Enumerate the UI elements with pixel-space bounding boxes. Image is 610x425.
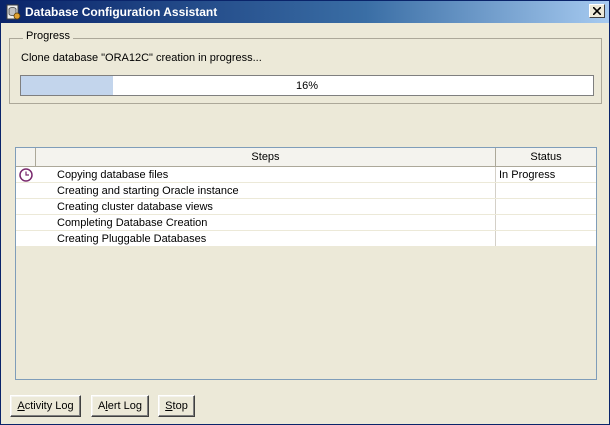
- header-icon-column[interactable]: [16, 148, 36, 166]
- table-row[interactable]: Completing Database Creation: [16, 215, 596, 231]
- close-icon: [593, 7, 601, 15]
- title-bar[interactable]: Database Configuration Assistant: [1, 1, 609, 23]
- stop-button[interactable]: Stop: [158, 395, 195, 417]
- steps-table: Steps Status Copying database files In P…: [15, 147, 597, 380]
- progress-message: Clone database "ORA12C" creation in prog…: [21, 52, 262, 64]
- table-row[interactable]: Creating and starting Oracle instance: [16, 183, 596, 199]
- progress-percent: 16%: [295, 79, 319, 92]
- progress-bar: 16%: [20, 75, 594, 96]
- table-row[interactable]: Creating Pluggable Databases: [16, 231, 596, 247]
- step-status: [496, 183, 596, 198]
- step-status: [496, 199, 596, 214]
- step-label: Completing Database Creation: [36, 215, 496, 230]
- step-status: [496, 215, 596, 230]
- steps-table-body: Copying database files In Progress Creat…: [16, 167, 596, 247]
- step-status: [496, 231, 596, 246]
- dbca-app-icon: [5, 4, 21, 20]
- steps-table-header: Steps Status: [16, 148, 596, 167]
- dbca-window: Database Configuration Assistant Progres…: [0, 0, 610, 425]
- step-status: In Progress: [499, 168, 556, 181]
- step-label: Creating and starting Oracle instance: [36, 183, 496, 198]
- header-status[interactable]: Status: [496, 148, 596, 166]
- progress-legend: Progress: [23, 30, 74, 42]
- header-steps[interactable]: Steps: [36, 148, 496, 166]
- table-row[interactable]: Copying database files In Progress: [16, 167, 596, 183]
- step-label: Copying database files: [36, 167, 496, 182]
- alert-log-button[interactable]: Al ert Log: [91, 395, 149, 417]
- window-title: Database Configuration Assistant: [25, 5, 218, 19]
- clock-icon: [19, 167, 33, 182]
- table-row[interactable]: Creating cluster database views: [16, 199, 596, 215]
- step-label: Creating cluster database views: [36, 199, 496, 214]
- activity-log-button[interactable]: Activity Log: [10, 395, 81, 417]
- step-label: Creating Pluggable Databases: [36, 231, 496, 246]
- close-button[interactable]: [589, 4, 605, 18]
